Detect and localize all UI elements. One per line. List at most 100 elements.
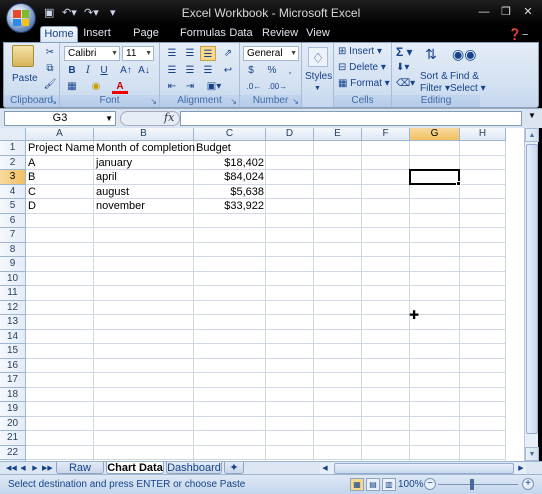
zoom-slider-thumb[interactable] [470,479,474,490]
copy-icon[interactable]: ⧉ [42,61,58,76]
select-all-button[interactable] [0,128,26,141]
cell-C3[interactable]: $84,024 [194,170,266,184]
decrease-indent-icon[interactable]: ⇤ [164,79,180,94]
align-left-icon[interactable]: ☰ [164,63,180,78]
font-name-combo[interactable]: Calibri ▼ [64,46,120,61]
cell-B2[interactable]: january [94,156,134,170]
italic-button[interactable]: I [80,63,96,78]
borders-icon[interactable]: ▦ [64,79,80,94]
row-header-13[interactable]: 13 [0,315,26,330]
delete-button[interactable]: ⊟ Delete ▾ [338,62,386,74]
row-header-18[interactable]: 18 [0,387,26,402]
row-header-14[interactable]: 14 [0,329,26,344]
row-header-11[interactable]: 11 [0,286,26,301]
row-header-2[interactable]: 2 [0,155,26,170]
row-header-8[interactable]: 8 [0,242,26,257]
active-cell-G3[interactable] [409,169,460,185]
scroll-right-icon[interactable]: ▶ [516,463,526,474]
help-icon[interactable]: ❓ [508,28,522,42]
format-button[interactable]: ▦ Format ▾ [338,78,390,90]
increase-indent-icon[interactable]: ⇥ [182,79,198,94]
cell-A4[interactable]: C [26,185,38,199]
scroll-up-icon[interactable]: ▲ [525,128,539,142]
scroll-down-icon[interactable]: ▼ [525,447,539,461]
bold-button[interactable]: B [64,63,80,78]
paste-button[interactable]: Paste [12,73,38,85]
cell-A3[interactable]: B [26,170,37,184]
merge-center-icon[interactable]: ▣▾ [200,79,228,94]
cell-B4[interactable]: august [94,185,131,199]
row-header-4[interactable]: 4 [0,184,26,199]
autosum-button[interactable]: Σ ▾ [396,46,413,58]
orientation-icon[interactable]: ⇗ [220,46,236,61]
last-sheet-icon[interactable]: ▶▶ [42,463,53,474]
cell-C1[interactable]: Budget [194,141,233,155]
clipboard-launcher-icon[interactable]: ↘ [50,97,57,106]
font-color-icon[interactable]: A [112,79,128,94]
fill-color-icon[interactable]: ◉ [88,79,104,94]
next-sheet-icon[interactable]: ▶ [30,463,40,474]
row-header-3[interactable]: 3 [0,170,26,185]
number-format-combo[interactable]: General ▼ [243,46,299,61]
column-header-C[interactable]: C [194,128,266,141]
currency-button[interactable]: $ [243,63,259,78]
row-header-20[interactable]: 20 [0,416,26,431]
row-header-17[interactable]: 17 [0,373,26,388]
fill-icon[interactable]: ⬇▾ [396,62,409,74]
cell-C2[interactable]: $18,402 [194,156,266,170]
tab-review[interactable]: Review [262,26,298,42]
zoom-level[interactable]: 100% [398,479,424,490]
prev-sheet-icon[interactable]: ◀ [18,463,28,474]
row-header-9[interactable]: 9 [0,257,26,272]
align-bottom-icon[interactable]: ☰ [200,46,216,61]
row-header-5[interactable]: 5 [0,199,26,214]
column-header-A[interactable]: A [26,128,94,141]
row-header-7[interactable]: 7 [0,228,26,243]
normal-view-icon[interactable]: ▦ [350,478,364,491]
row-header-1[interactable]: 1 [0,141,26,156]
tab-home[interactable]: Home [40,26,78,42]
row-header-10[interactable]: 10 [0,271,26,286]
format-painter-icon[interactable]: 🖌 [42,77,58,92]
styles-button[interactable]: Styles [305,71,332,83]
row-header-19[interactable]: 19 [0,402,26,417]
worksheet-grid[interactable]: ABCDEFGH 1 2 3 4 5 6 7 8 9 10 11 12 13 14 15 16 17 18 19 20… [0,128,524,461]
cut-icon[interactable]: ✂ [42,45,58,60]
decrease-decimal-icon[interactable]: .00→ [268,79,287,94]
insert-sheet-icon[interactable]: ✦ [224,462,244,474]
font-size-combo[interactable]: 11 ▼ [122,46,154,61]
comma-button[interactable]: , [282,63,298,78]
minimize-icon[interactable]: — [474,3,494,21]
column-header-F[interactable]: F [362,128,410,141]
formula-input[interactable] [180,111,522,126]
tab-insert[interactable]: Insert [80,26,114,42]
find-select-button[interactable]: Find & Select ▾ [450,71,486,95]
wrap-text-icon[interactable]: ↩ [220,63,236,78]
column-header-H[interactable]: H [460,128,506,141]
column-header-G[interactable]: G [410,128,460,141]
horizontal-scrollbar[interactable]: ◀ ▶ [320,463,526,474]
name-box[interactable]: G3 ▼ [4,111,116,126]
alignment-launcher-icon[interactable]: ↘ [230,97,237,106]
page-break-view-icon[interactable]: ▥ [382,478,396,491]
cell-C5[interactable]: $33,922 [194,199,266,213]
cell-B1[interactable]: Month of completion [94,141,197,155]
clear-icon[interactable]: ⌫▾ [396,78,415,90]
sort-filter-button[interactable]: Sort & Filter ▾ [420,71,450,95]
cell-C4[interactable]: $5,638 [194,185,266,199]
first-sheet-icon[interactable]: ◀◀ [6,463,17,474]
align-center-icon[interactable]: ☰ [182,63,198,78]
tab-formulas[interactable]: Formulas [180,26,226,42]
scroll-left-icon[interactable]: ◀ [320,463,330,474]
styles-group[interactable]: ♢ Styles ▼ [302,43,334,107]
vertical-scroll-thumb[interactable] [526,144,538,434]
increase-decimal-icon[interactable]: .0← [246,79,262,94]
column-header-D[interactable]: D [266,128,314,141]
insert-button[interactable]: ⊞ Insert ▾ [338,46,382,58]
office-button[interactable] [6,3,36,33]
close-icon[interactable]: ✕ [518,3,538,21]
sheet-tab-dashboard[interactable]: Dashboard [166,462,222,474]
expand-formula-bar-icon[interactable]: ▼ [526,111,538,126]
horizontal-scroll-thumb[interactable] [334,463,514,474]
align-right-icon[interactable]: ☰ [200,63,216,78]
